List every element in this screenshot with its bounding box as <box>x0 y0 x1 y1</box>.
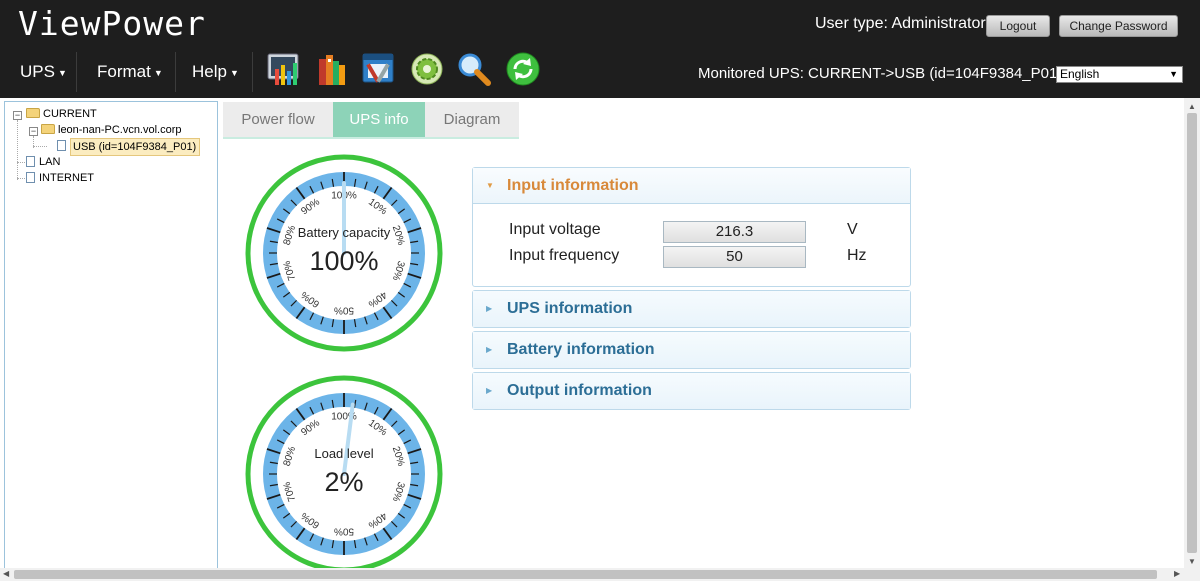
menu-divider <box>175 52 176 92</box>
menu-help-label: Help <box>192 62 227 81</box>
folder-icon <box>26 108 40 118</box>
output-information-header[interactable]: ▶ Output information <box>473 373 910 409</box>
input-voltage-unit: V <box>847 221 858 238</box>
header-bar: ViewPower User type: Administrator Logou… <box>0 0 1200 98</box>
settings-icon[interactable] <box>409 51 445 87</box>
gauge-value: 100% <box>309 246 378 276</box>
tree-node-host[interactable]: leon-nan-PC.vcn.vol.corp <box>41 122 182 138</box>
horizontal-scrollbar[interactable]: ◀ ▶ <box>0 568 1200 581</box>
refresh-icon[interactable] <box>505 51 541 87</box>
language-select[interactable]: English ▼ <box>1056 66 1183 83</box>
scroll-left-icon[interactable]: ◀ <box>3 569 9 578</box>
menu-ups[interactable]: UPS ▼ <box>20 62 67 82</box>
tree-connector <box>33 146 47 147</box>
caret-down-icon: ▼ <box>486 181 494 190</box>
tab-power-flow[interactable]: Power flow <box>223 102 333 138</box>
caret-right-icon: ▶ <box>486 304 493 313</box>
page-icon <box>57 140 66 151</box>
change-password-button[interactable]: Change Password <box>1059 15 1178 37</box>
caret-down-icon: ▼ <box>229 67 239 78</box>
menu-ups-label: UPS <box>20 62 55 81</box>
caret-right-icon: ▶ <box>486 386 493 395</box>
collapse-toggle-icon[interactable]: − <box>29 127 38 136</box>
tree-node-lan[interactable]: LAN <box>26 154 60 170</box>
gauge-value: 2% <box>324 467 363 497</box>
tools-icon[interactable] <box>361 51 397 87</box>
gauge-label: Battery capacity <box>298 225 391 240</box>
input-voltage-label: Input voltage <box>509 221 601 238</box>
tree-node-label: leon-nan-PC.vcn.vol.corp <box>58 124 182 136</box>
menu-help[interactable]: Help ▼ <box>192 62 239 82</box>
tab-underline <box>223 137 519 139</box>
menu-divider <box>76 52 77 92</box>
gauge-tick-label: 50% <box>334 304 354 315</box>
gauge-label: Load level <box>314 446 373 461</box>
panel-title: Output information <box>507 382 652 399</box>
menu-format[interactable]: Format ▼ <box>97 62 163 82</box>
tree-node-label: CURRENT <box>43 108 97 120</box>
input-frequency-label: Input frequency <box>509 247 620 264</box>
scroll-right-icon[interactable]: ▶ <box>1174 569 1180 578</box>
page-icon <box>26 156 35 167</box>
input-frequency-unit: Hz <box>847 247 867 264</box>
tree-connector <box>17 120 18 180</box>
input-information-header[interactable]: ▼ Input information <box>473 168 910 204</box>
page-icon <box>26 172 35 183</box>
monitored-ups-label: Monitored UPS: CURRENT->USB (id=104F9384… <box>698 65 1063 82</box>
collapse-toggle-icon[interactable]: − <box>13 111 22 120</box>
input-information-panel: ▼ Input information Input voltage 216.3 … <box>472 167 911 287</box>
language-select-value: English <box>1060 67 1100 81</box>
battery-capacity-gauge: 100%10%20%30%40%50%60%70%80%90% Battery … <box>245 154 443 352</box>
panel-title: Battery information <box>507 341 655 358</box>
load-level-gauge: 100%10%20%30%40%50%60%70%80%90% Load lev… <box>245 375 443 573</box>
menu-divider <box>252 52 253 92</box>
tab-diagram[interactable]: Diagram <box>425 102 519 138</box>
chart-icon[interactable] <box>266 51 302 87</box>
scrollbar-thumb[interactable] <box>1187 113 1197 553</box>
caret-right-icon: ▶ <box>486 345 493 354</box>
tree-node-internet[interactable]: INTERNET <box>26 170 94 186</box>
device-tree: − CURRENT − leon-nan-PC.vcn.vol.corp USB… <box>4 101 218 571</box>
menu-format-label: Format <box>97 62 151 81</box>
vertical-scrollbar[interactable]: ▲ ▼ <box>1184 98 1200 568</box>
tree-node-current[interactable]: CURRENT <box>26 106 97 122</box>
input-frequency-value: 50 <box>663 246 806 268</box>
logout-button[interactable]: Logout <box>986 15 1050 37</box>
chevron-down-icon: ▼ <box>1169 69 1178 79</box>
ups-information-header[interactable]: ▶ UPS information <box>473 291 910 327</box>
caret-down-icon: ▼ <box>153 67 163 78</box>
caret-down-icon: ▼ <box>57 67 67 78</box>
gauge-tick-label: 50% <box>334 525 354 536</box>
folder-icon <box>41 124 55 134</box>
panel-title: UPS information <box>507 300 633 317</box>
battery-information-panel: ▶ Battery information <box>472 331 911 369</box>
tab-ups-info[interactable]: UPS info <box>333 102 425 138</box>
scroll-up-icon[interactable]: ▲ <box>1188 102 1196 111</box>
tree-node-usb[interactable]: USB (id=104F9384_P01) <box>57 138 201 156</box>
scrollbar-thumb[interactable] <box>14 570 1157 579</box>
input-voltage-value: 216.3 <box>663 221 806 243</box>
panel-title: Input information <box>507 177 639 194</box>
user-type-label: User type: Administrator <box>815 15 986 32</box>
scroll-down-icon[interactable]: ▼ <box>1188 557 1196 566</box>
battery-information-header[interactable]: ▶ Battery information <box>473 332 910 368</box>
tree-node-label: USB (id=104F9384_P01) <box>70 138 201 156</box>
tree-node-label: LAN <box>39 156 61 168</box>
ups-information-panel: ▶ UPS information <box>472 290 911 328</box>
books-icon[interactable] <box>314 51 350 87</box>
info-accordion: ▼ Input information Input voltage 216.3 … <box>472 167 911 413</box>
tree-node-label: INTERNET <box>39 172 94 184</box>
output-information-panel: ▶ Output information <box>472 372 911 410</box>
app-title: ViewPower <box>18 4 206 43</box>
search-icon[interactable] <box>456 51 492 87</box>
input-information-body: Input voltage 216.3 V Input frequency 50… <box>473 204 910 286</box>
